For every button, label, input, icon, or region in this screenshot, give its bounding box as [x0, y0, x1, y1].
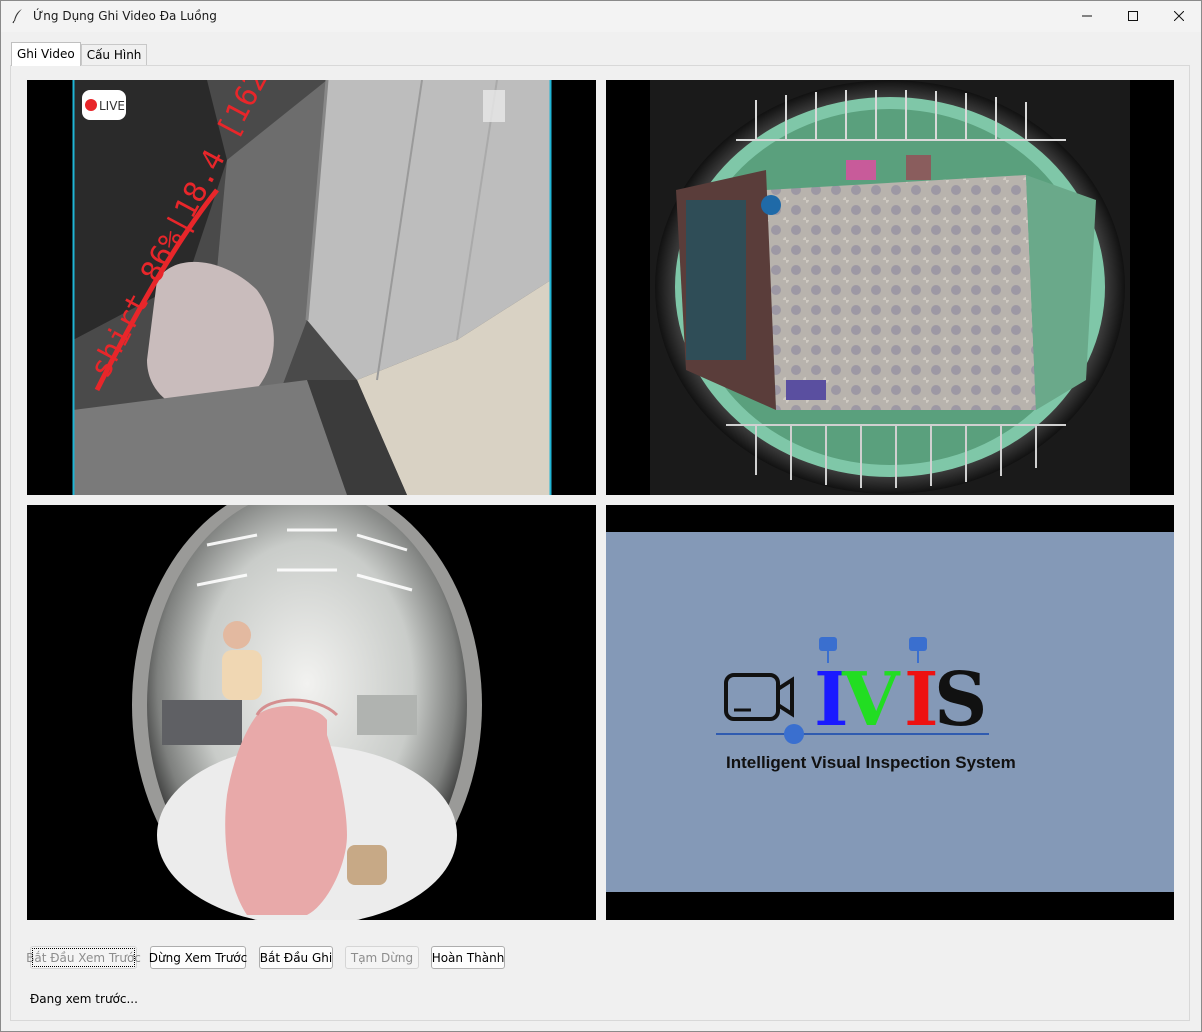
logo-letter-v: V — [841, 657, 901, 743]
minimize-button[interactable] — [1064, 1, 1110, 31]
maximize-icon — [1128, 11, 1138, 21]
video-feed-4: I V I S Intelligent Visual Inspection Sy… — [606, 505, 1174, 920]
video-feed-3 — [27, 505, 596, 920]
status-text: Đang xem trước... — [30, 992, 138, 1006]
start-preview-button[interactable]: Bắt Đầu Xem Trước — [26, 946, 141, 969]
pause-button[interactable]: Tạm Dừng — [345, 946, 419, 969]
stop-preview-button[interactable]: Dừng Xem Trước — [149, 946, 247, 969]
video-feed-2 — [606, 80, 1174, 495]
close-button[interactable] — [1156, 1, 1202, 31]
logo-letter-s: S — [934, 657, 987, 743]
title-bar: Ứng Dụng Ghi Video Đa Luồng — [1, 1, 1201, 32]
logo-tagline: Intelligent Visual Inspection System — [726, 753, 1016, 772]
minimize-icon — [1082, 15, 1092, 17]
tab-settings[interactable]: Cấu Hình — [80, 44, 148, 66]
close-icon — [1174, 11, 1184, 21]
app-window: Ứng Dụng Ghi Video Đa Luồng Ghi Video Cấ… — [0, 0, 1202, 1032]
feather-icon — [12, 9, 22, 24]
finish-button[interactable]: Hoàn Thành — [431, 946, 505, 969]
live-badge: LIVE — [99, 99, 125, 113]
maximize-button[interactable] — [1110, 1, 1156, 31]
tab-record-video[interactable]: Ghi Video — [11, 42, 81, 66]
window-title: Ứng Dụng Ghi Video Đa Luồng — [33, 9, 217, 23]
tab-bar: Ghi Video Cấu Hình — [11, 42, 148, 66]
start-record-button[interactable]: Bắt Đầu Ghi — [259, 946, 333, 969]
watermark-logo — [483, 90, 505, 122]
video-feed-1: shirt 86%|18.4 [162] LIVE — [27, 80, 596, 495]
